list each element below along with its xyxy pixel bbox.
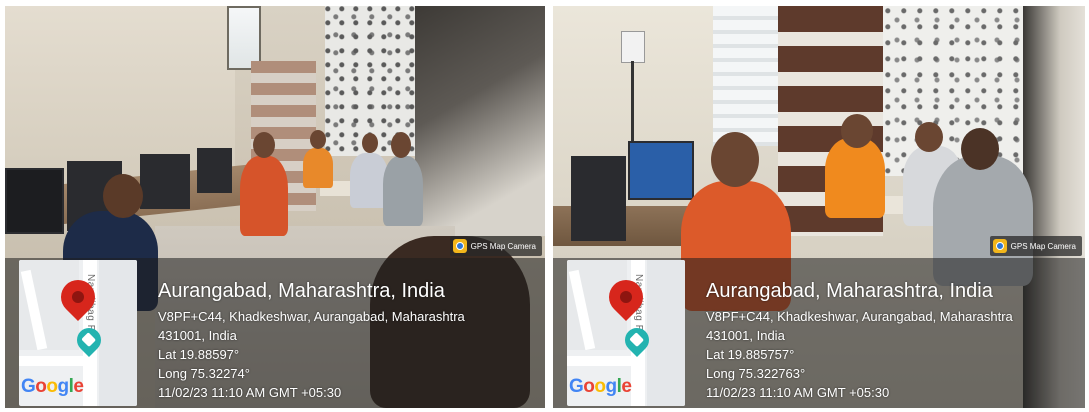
gps-info-overlay: Naralibag Rd Google Aurangabad, Maharash… xyxy=(5,258,545,408)
latitude: Lat 19.885757° xyxy=(706,347,795,362)
location-info: Aurangabad, Maharashtra, India V8PF+C44,… xyxy=(706,279,1013,402)
longitude: Long 75.32274° xyxy=(158,366,250,381)
location-title: Aurangabad, Maharashtra, India xyxy=(706,280,993,302)
computer-tower xyxy=(197,148,232,193)
gps-camera-badge: GPS Map Camera xyxy=(449,236,542,256)
person-head xyxy=(362,133,378,153)
mirror-wall xyxy=(415,6,545,236)
camera-app-icon xyxy=(452,239,467,253)
timestamp: 11/02/23 11:10 AM GMT +05:30 xyxy=(158,385,342,400)
map-thumbnail: Naralibag Rd Google xyxy=(19,260,137,406)
person-head xyxy=(961,128,999,170)
person-head xyxy=(103,174,143,218)
location-title: Aurangabad, Maharashtra, India xyxy=(158,280,445,302)
address-line: V8PF+C44, Khadkeshwar, Aurangabad, Mahar… xyxy=(706,309,1013,324)
person-head xyxy=(391,132,411,158)
map-thumbnail: Naralibag Rd Google xyxy=(567,260,685,406)
person-head xyxy=(915,122,943,152)
badge-label: GPS Map Camera xyxy=(1010,241,1076,251)
camera-app-icon xyxy=(992,239,1007,253)
computer-monitor xyxy=(5,168,64,234)
computer-tower xyxy=(571,156,626,241)
person-saffron-shirt xyxy=(825,138,885,218)
curtain xyxy=(883,6,1023,176)
person-head xyxy=(711,132,759,187)
map-block xyxy=(647,260,685,406)
person-head xyxy=(253,132,275,158)
person-head xyxy=(841,114,873,148)
postal-line: 431001, India xyxy=(706,328,785,343)
map-block xyxy=(99,260,137,406)
gps-camera-badge: GPS Map Camera xyxy=(989,236,1082,256)
gps-info-overlay: Naralibag Rd Google Aurangabad, Maharash… xyxy=(553,258,1085,408)
address-line: V8PF+C44, Khadkeshwar, Aurangabad, Mahar… xyxy=(158,309,465,324)
longitude: Long 75.322763° xyxy=(706,366,806,381)
map-road xyxy=(19,356,83,366)
person-saffron-shirt xyxy=(303,148,333,188)
google-logo: Google xyxy=(569,376,632,397)
map-road xyxy=(567,356,631,366)
geotagged-photo-right: GPS Map Camera Naralibag Rd Google Auran… xyxy=(553,6,1085,408)
power-cable xyxy=(631,61,634,151)
computer-tower xyxy=(140,154,190,209)
window xyxy=(713,6,778,146)
geotagged-photo-left: GPS Map Camera Naralibag Rd Google Auran… xyxy=(5,6,545,408)
timestamp: 11/02/23 11:10 AM GMT +05:30 xyxy=(706,385,890,400)
latitude: Lat 19.88597° xyxy=(158,347,240,362)
person-orange-shirt xyxy=(240,156,288,236)
postal-line: 431001, India xyxy=(158,328,237,343)
badge-label: GPS Map Camera xyxy=(470,241,536,251)
person-head xyxy=(310,130,326,149)
power-socket xyxy=(621,31,645,63)
location-info: Aurangabad, Maharashtra, India V8PF+C44,… xyxy=(158,279,465,402)
person-checked-shirt xyxy=(383,156,423,226)
computer-monitor xyxy=(628,141,694,200)
google-logo: Google xyxy=(21,376,84,397)
